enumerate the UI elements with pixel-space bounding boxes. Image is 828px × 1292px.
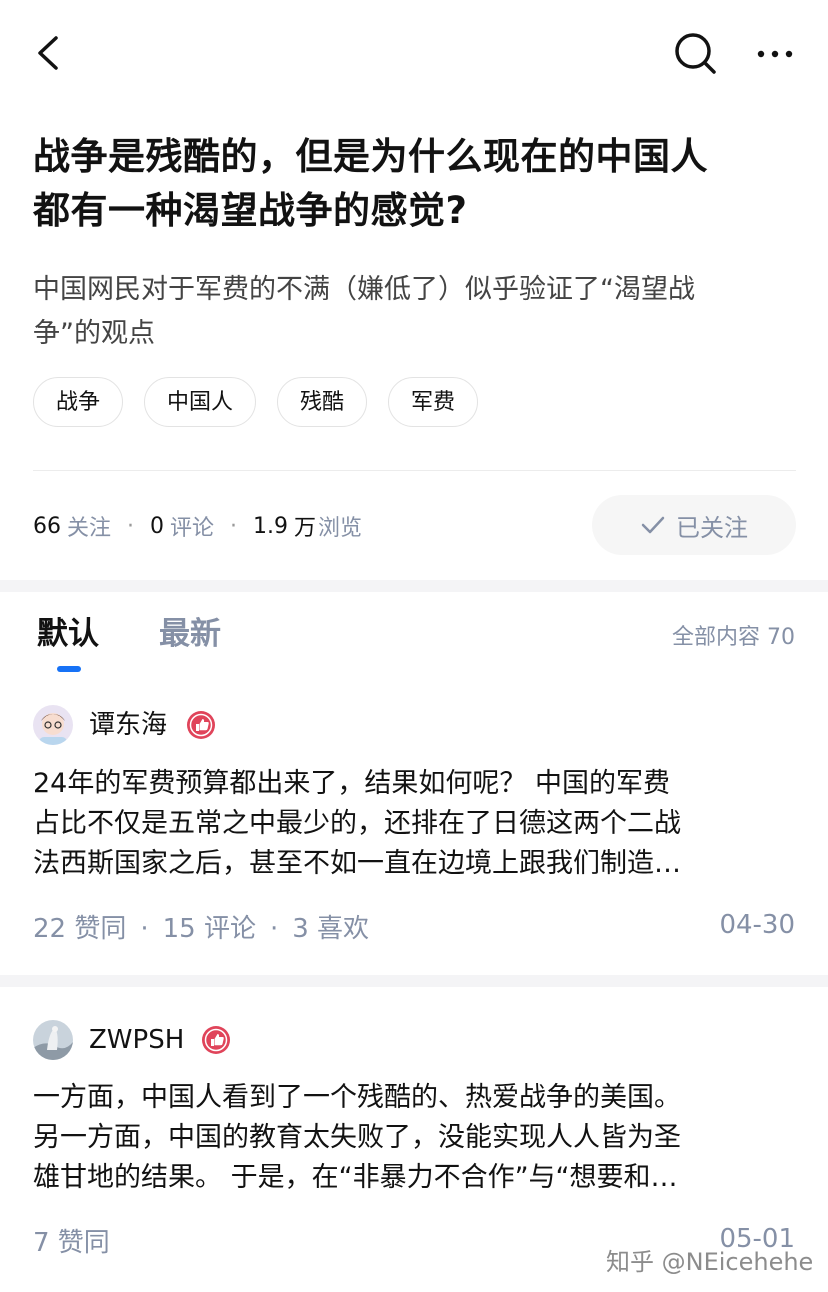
views-label: 浏览 xyxy=(318,516,363,541)
thumb-up-badge-icon xyxy=(201,1025,231,1055)
views-count: 1.9 xyxy=(253,513,289,539)
answer-excerpt-line: 雄甘地的结果。 于是，在“非暴力不合作”与“想要和… xyxy=(33,1162,678,1193)
question-description-line: 争”的观点 xyxy=(33,318,155,349)
divider xyxy=(33,470,796,471)
separator-dot: · xyxy=(127,513,135,539)
answer-excerpt-line: 法西斯国家之后，甚至不如一直在边境上跟我们制造… xyxy=(33,848,681,879)
answer-date: 04-30 xyxy=(719,910,795,940)
upvote-count: 22 赞同 xyxy=(33,914,127,944)
followers-count: 66 xyxy=(33,513,61,539)
followed-button[interactable]: 已关注 xyxy=(592,495,796,555)
comment-count: 15 评论 xyxy=(162,914,256,944)
answer-excerpt-line: 24年的军费预算都出来了，结果如何呢？ 中国的军费 xyxy=(33,768,670,799)
check-icon xyxy=(641,516,665,534)
separator-dot: · xyxy=(140,914,149,944)
more-horizontal-icon xyxy=(757,50,793,58)
upvote-count: 7 赞同 xyxy=(33,1228,110,1258)
topic-tag[interactable]: 战争 xyxy=(33,377,124,427)
followed-button-label: 已关注 xyxy=(676,513,748,542)
avatar-image xyxy=(33,1020,73,1060)
thumb-up-badge-icon xyxy=(186,710,216,740)
question-title: 战争是残酷的，但是为什么现在的中国人 都有一种渴望战争的感觉? xyxy=(33,130,803,238)
author-name[interactable]: ZWPSH xyxy=(89,1022,184,1058)
question-title-line: 都有一种渴望战争的感觉? xyxy=(33,189,468,232)
tab-default[interactable]: 默认 xyxy=(37,612,99,656)
topic-tags: 战争 中国人 残酷 军费 xyxy=(33,377,479,427)
back-button[interactable] xyxy=(30,30,70,76)
topic-tag[interactable]: 中国人 xyxy=(144,377,257,427)
separator-dot: · xyxy=(269,914,279,944)
answer-meta: 22 赞同 · 15 评论 · 3 喜欢 xyxy=(33,908,369,945)
avatar-image xyxy=(33,705,73,745)
separator-dot: · xyxy=(230,513,238,539)
section-separator xyxy=(0,975,828,987)
topic-tag[interactable]: 军费 xyxy=(388,377,479,427)
answer-meta: 7 赞同 xyxy=(33,1222,110,1259)
search-button[interactable] xyxy=(672,30,718,76)
section-separator xyxy=(0,580,828,592)
author-name[interactable]: 谭东海 xyxy=(89,707,167,743)
question-stats: 66 关注 · 0 评论 · 1.9 万 浏览 xyxy=(33,508,362,544)
more-button[interactable] xyxy=(752,36,798,72)
answer-excerpt[interactable]: 一方面，中国人看到了一个残酷的、热爱战争的美国。 另一方面，中国的教育太失败了，… xyxy=(33,1078,773,1198)
question-title-line: 战争是残酷的，但是为什么现在的中国人 xyxy=(33,135,708,178)
answer-card[interactable]: ZWPSH 一方面，中国人看到了一个残酷的、热爱战争的美国。 另一方面，中国的教… xyxy=(0,1015,828,1265)
answer-excerpt-line: 一方面，中国人看到了一个残酷的、热爱战争的美国。 xyxy=(33,1082,681,1113)
question-description-line: 中国网民对于军费的不满（嫌低了）似乎验证了“渴望战 xyxy=(33,274,695,305)
avatar[interactable] xyxy=(33,1020,73,1060)
search-icon xyxy=(675,33,716,74)
answer-card[interactable]: 谭东海 24年的军费预算都出来了，结果如何呢？ 中国的军费 占比不仅是五常之中最… xyxy=(0,700,828,970)
followers-label: 关注 xyxy=(67,516,112,541)
answer-excerpt-line: 占比不仅是五常之中最少的，还排在了日德这两个二战 xyxy=(33,808,681,839)
comments-count: 0 xyxy=(150,513,165,539)
avatar[interactable] xyxy=(33,705,73,745)
answer-excerpt-line: 另一方面，中国的教育太失败了，没能实现人人皆为圣 xyxy=(33,1122,681,1153)
chevron-left-icon xyxy=(38,36,58,70)
comments-label[interactable]: 评论 xyxy=(170,510,214,542)
views-unit: 万 xyxy=(294,516,317,541)
like-count: 3 喜欢 xyxy=(292,914,370,944)
topic-tag[interactable]: 残酷 xyxy=(277,377,368,427)
answer-excerpt[interactable]: 24年的军费预算都出来了，结果如何呢？ 中国的军费 占比不仅是五常之中最少的，还… xyxy=(33,764,773,884)
active-tab-indicator xyxy=(57,666,81,672)
watermark: 知乎 @NEicehehe xyxy=(606,1248,814,1276)
top-nav-bar xyxy=(0,0,828,110)
tab-latest[interactable]: 最新 xyxy=(159,612,221,656)
total-content-count: 全部内容 70 xyxy=(672,625,795,650)
question-description[interactable]: 中国网民对于军费的不满（嫌低了）似乎验证了“渴望战 争”的观点 xyxy=(33,268,803,356)
